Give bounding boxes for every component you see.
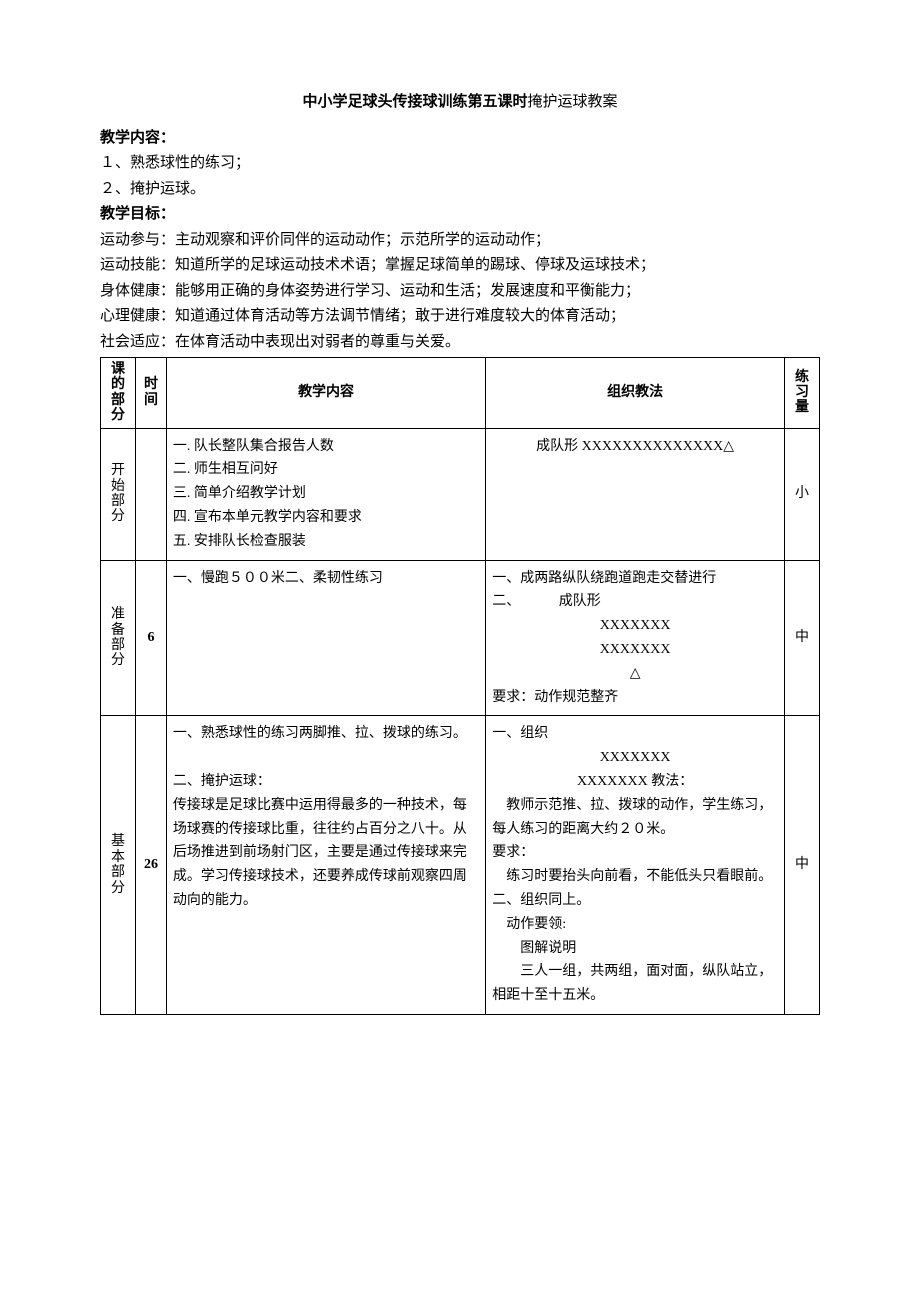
main-method-l4: 教师示范推、拉、拨球的动作，学生练习，每人练习的距离大约２０米。 <box>492 794 778 842</box>
content-item-1: １、熟悉球性的练习； <box>100 151 820 177</box>
table-header-row: 课的部分 时间 教学内容 组织教法 练习量 <box>101 358 820 429</box>
start-part: 开始部分 <box>101 428 136 560</box>
doc-title-plain: 掩护运球教案 <box>528 94 618 110</box>
header-content: 教学内容 <box>166 358 485 429</box>
main-method-l8: 动作要领: <box>492 913 778 937</box>
content-item-2: ２、掩护运球。 <box>100 177 820 203</box>
main-method-l7: 二、组织同上。 <box>492 889 778 913</box>
prep-method-l4: XXXXXXX <box>492 638 778 662</box>
start-time <box>136 428 167 560</box>
prep-method: 一、成两路纵队绕跑道跑走交替进行 二、 成队形 XXXXXXX XXXXXXX … <box>486 560 785 716</box>
prep-method-l1: 一、成两路纵队绕跑道跑走交替进行 <box>492 567 778 591</box>
main-method-l9: 图解说明 <box>492 937 778 961</box>
main-method-l2: XXXXXXX <box>492 746 778 770</box>
section-content-label: 教学内容： <box>100 130 175 146</box>
header-method: 组织教法 <box>486 358 785 429</box>
main-method-l5: 要求： <box>492 841 778 865</box>
prep-content: 一、慢跑５００米二、柔韧性练习 <box>166 560 485 716</box>
header-load: 练习量 <box>784 358 819 429</box>
main-method-l6: 练习时要抬头向前看，不能低头只看眼前。 <box>492 865 778 889</box>
row-start: 开始部分 一. 队长整队集合报告人数 二. 师生相互问好 三. 简单介绍教学计划… <box>101 428 820 560</box>
goal-item-2: 运动技能：知道所学的足球运动技术术语；掌握足球简单的踢球、停球及运球技术； <box>100 253 820 279</box>
prep-method-l2: 二、 成队形 <box>492 590 778 614</box>
start-method: 成队形 XXXXXXXXXXXXXX△ <box>486 428 785 560</box>
row-main: 基本部分 26 一、熟悉球性的练习两脚推、拉、拨球的练习。 二、掩护运球： 传接… <box>101 716 820 1015</box>
start-load: 小 <box>784 428 819 560</box>
prep-part: 准备部分 <box>101 560 136 716</box>
goal-item-3: 身体健康：能够用正确的身体姿势进行学习、运动和生活；发展速度和平衡能力； <box>100 279 820 305</box>
main-method: 一、组织 XXXXXXX XXXXXXX 教法： 教师示范推、拉、拨球的动作，学… <box>486 716 785 1015</box>
goal-item-4: 心理健康：知道通过体育活动等方法调节情绪；敢于进行难度较大的体育活动； <box>100 304 820 330</box>
section-goal-label: 教学目标： <box>100 206 175 222</box>
lesson-table: 课的部分 时间 教学内容 组织教法 练习量 开始部分 一. 队长整队集合报告人数… <box>100 357 820 1015</box>
main-time: 26 <box>136 716 167 1015</box>
prep-method-l6: 要求：动作规范整齐 <box>492 686 778 710</box>
start-content: 一. 队长整队集合报告人数 二. 师生相互问好 三. 简单介绍教学计划 四. 宣… <box>166 428 485 560</box>
doc-title-bold: 中小学足球头传接球训练第五课时 <box>302 94 527 110</box>
main-method-l10: 三人一组，共两组，面对面，纵队站立，相距十至十五米。 <box>492 960 778 1008</box>
main-part: 基本部分 <box>101 716 136 1015</box>
main-method-l3: XXXXXXX 教法： <box>492 770 778 794</box>
prep-load: 中 <box>784 560 819 716</box>
header-part: 课的部分 <box>101 358 136 429</box>
goal-item-1: 运动参与：主动观察和评价同伴的运动动作；示范所学的运动动作； <box>100 228 820 254</box>
row-prep: 准备部分 6 一、慢跑５００米二、柔韧性练习 一、成两路纵队绕跑道跑走交替进行 … <box>101 560 820 716</box>
main-content: 一、熟悉球性的练习两脚推、拉、拨球的练习。 二、掩护运球： 传接球是足球比赛中运… <box>166 716 485 1015</box>
main-method-l1: 一、组织 <box>492 722 778 746</box>
prep-method-l3: XXXXXXX <box>492 614 778 638</box>
prep-method-l5: △ <box>492 662 778 686</box>
goal-item-5: 社会适应：在体育活动中表现出对弱者的尊重与关爱。 <box>100 330 820 356</box>
header-time: 时间 <box>136 358 167 429</box>
main-load: 中 <box>784 716 819 1015</box>
prep-time: 6 <box>136 560 167 716</box>
